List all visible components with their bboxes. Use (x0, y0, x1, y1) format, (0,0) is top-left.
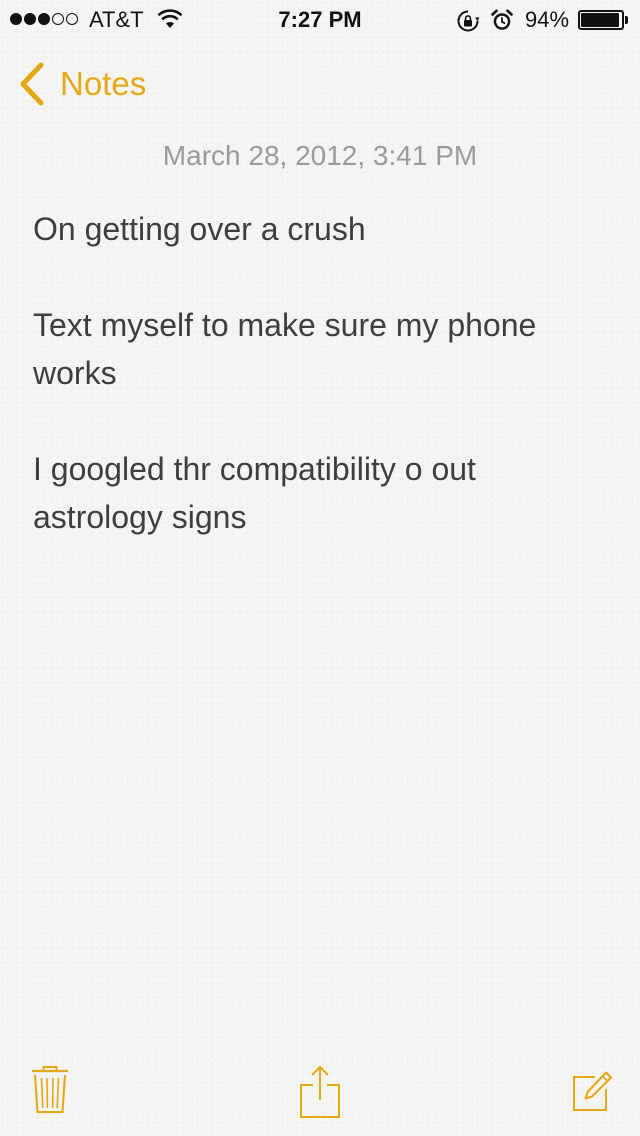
new-note-button[interactable] (571, 1070, 613, 1119)
note-paragraph: On getting over a crush (33, 211, 366, 247)
alarm-icon (491, 9, 513, 30)
chevron-left-icon (20, 62, 44, 106)
trash-icon (32, 1066, 68, 1113)
note-paragraph: I googled thr compatibility o out astrol… (33, 451, 476, 535)
share-button[interactable] (298, 1064, 342, 1125)
note-date: March 28, 2012, 3:41 PM (162, 140, 478, 171)
bottom-toolbar (0, 1050, 640, 1136)
status-bar: AT&T 7:27 PM 94% (0, 0, 640, 40)
battery-icon (578, 10, 630, 30)
rotation-lock-icon (457, 10, 480, 32)
note-body[interactable]: On getting over a crush Text myself to m… (33, 205, 613, 589)
compose-icon (573, 1071, 612, 1111)
back-button-label: Notes (60, 65, 147, 102)
battery-fill (581, 13, 619, 27)
delete-note-button[interactable] (30, 1065, 70, 1120)
note-paragraph: Text myself to make sure my phone works (33, 307, 537, 391)
share-icon (300, 1065, 340, 1118)
back-to-notes-button[interactable]: Notes (18, 60, 146, 108)
battery-percentage: 94% (525, 7, 570, 32)
